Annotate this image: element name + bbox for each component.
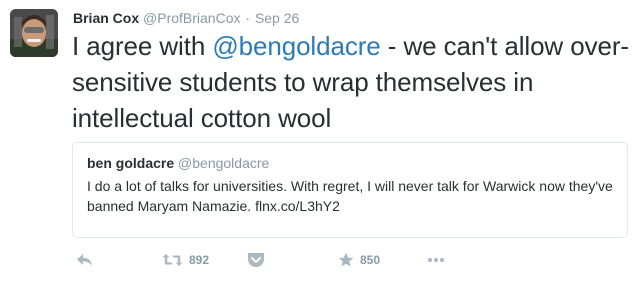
star-icon [338,252,354,267]
retweet-count: 892 [189,253,210,267]
pocket-button[interactable] [247,250,265,270]
quoted-tweet-text: I do a lot of talks for universities. Wi… [87,178,613,214]
reply-icon [77,254,92,266]
tweet: Brian Cox @ProfBrianCox · Sep 26 I agree… [0,0,641,281]
author-fullname[interactable]: Brian Cox [73,10,139,26]
quoted-author-handle: @bengoldacre [178,155,270,171]
retweet-button[interactable]: 892 [162,250,209,270]
tweet-text-before: I agree with [72,31,213,61]
tweet-actions: 892 850 [72,250,632,270]
more-button[interactable] [427,250,445,270]
quoted-tweet-header: ben goldacre @bengoldacre [87,153,615,173]
header-separator: · [245,10,251,26]
reply-button[interactable] [76,250,93,270]
quoted-author-fullname: ben goldacre [87,155,175,171]
more-dots-icon [428,258,444,262]
avatar[interactable] [10,9,58,57]
pocket-icon [248,253,264,267]
mention-link[interactable]: @bengoldacre [212,31,380,61]
tweet-text: I agree with @bengoldacre - we can't all… [72,28,634,136]
avatar-image [10,9,58,57]
tweet-header: Brian Cox @ProfBrianCox · Sep 26 [73,9,299,27]
retweet-icon [162,254,183,266]
tweet-timestamp[interactable]: Sep 26 [255,10,299,26]
favorite-button[interactable]: 850 [338,250,380,270]
quoted-tweet[interactable]: ben goldacre @bengoldacre I do a lot of … [72,142,628,238]
author-handle[interactable]: @ProfBrianCox [143,10,240,26]
favorite-count: 850 [360,253,381,267]
